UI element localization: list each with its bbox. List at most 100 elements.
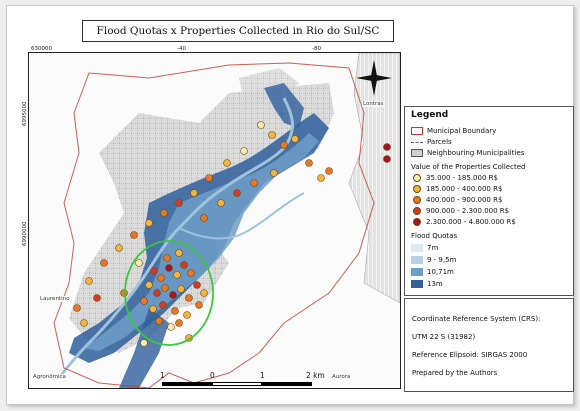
legend-label: 400.000 - 900.000 R$ — [426, 196, 503, 204]
legend-label: 13m — [427, 280, 443, 288]
legend-flood-class: 7m — [411, 244, 438, 252]
property-point — [155, 317, 163, 325]
property-point — [85, 277, 93, 285]
legend-properties-heading: Value of the Properties Collected — [411, 163, 526, 171]
property-point — [268, 131, 276, 139]
legend-property-class: 900.000 - 2.300.000 R$ — [411, 207, 509, 215]
place-label-laurentino: Laurentino — [39, 296, 71, 302]
scale-label-1-right: 1 — [260, 371, 265, 380]
property-point — [169, 291, 177, 299]
property-point — [270, 169, 278, 177]
neighbouring-municipalities-symbol-icon — [411, 149, 423, 157]
legend-item-municipal-boundary: Municipal Boundary — [411, 127, 496, 135]
legend-label: 2.300.000 - 4.800.000 R$ — [426, 218, 516, 226]
property-class-dot-icon — [413, 196, 421, 204]
property-point — [317, 174, 325, 182]
legend: Legend Municipal Boundary Parcels Neighb… — [404, 106, 574, 296]
legend-label: 9 - 9,5m — [427, 256, 457, 264]
scale-label-2km: 2 km — [306, 371, 325, 380]
property-point — [145, 281, 153, 289]
property-point — [383, 155, 391, 163]
property-point — [190, 189, 198, 197]
legend-label: Parcels — [427, 138, 452, 146]
map-title-text: Flood Quotas x Properties Collected in R… — [96, 25, 380, 37]
property-point — [149, 305, 157, 313]
crs-info-box: Coordinate Reference System (CRS): UTM 2… — [404, 298, 574, 392]
property-class-dot-icon — [413, 207, 421, 215]
flood-class-swatch-icon — [411, 244, 423, 252]
property-point — [383, 143, 391, 151]
property-point — [280, 141, 288, 149]
legend-label: 900.000 - 2.300.000 R$ — [426, 207, 510, 215]
property-point — [161, 284, 169, 292]
flood-class-swatch-icon — [411, 268, 423, 276]
property-point — [153, 289, 161, 297]
property-class-dot-icon — [413, 174, 421, 182]
property-point — [140, 339, 148, 347]
property-class-dot-icon — [413, 218, 421, 226]
map-canvas — [53, 53, 400, 388]
property-point — [195, 301, 203, 309]
map-title: Flood Quotas x Properties Collected in R… — [82, 20, 394, 42]
place-label-aurora: Aurora — [331, 374, 352, 380]
property-point — [157, 274, 165, 282]
property-point — [217, 199, 225, 207]
legend-label: Municipal Boundary — [427, 127, 497, 135]
property-point — [163, 254, 171, 262]
property-point — [240, 147, 248, 155]
property-point — [205, 174, 213, 182]
crs-ellipsoid: Reference Elipsoid: SIRGAS 2000 — [412, 351, 528, 359]
legend-label: Neighbouring Municipalities — [427, 149, 525, 157]
property-point — [175, 249, 183, 257]
flood-class-swatch-icon — [411, 280, 423, 288]
property-point — [150, 267, 158, 275]
property-point — [159, 301, 167, 309]
property-point — [73, 304, 81, 312]
crs-credit: Prepared by the Authors — [412, 369, 498, 377]
legend-item-neighbouring-municipalities: Neighbouring Municipalities — [411, 149, 524, 157]
legend-title: Legend — [411, 110, 449, 120]
property-point — [175, 199, 183, 207]
map-layout-page: Flood Quotas x Properties Collected in R… — [6, 5, 574, 405]
property-point — [257, 121, 265, 129]
legend-property-class: 185.000 - 400.000 R$ — [411, 185, 502, 193]
parcels-symbol-icon — [411, 141, 423, 143]
property-point — [187, 269, 195, 277]
scale-bar: 1 0 1 2 km — [160, 369, 325, 389]
scale-segment — [162, 382, 212, 386]
flood-class-swatch-icon — [411, 256, 423, 264]
legend-flood-class: 13m — [411, 280, 443, 288]
scale-segment — [212, 382, 262, 386]
property-point — [171, 307, 179, 315]
property-point — [183, 311, 191, 319]
property-point — [80, 319, 88, 327]
property-point — [325, 167, 333, 175]
property-point — [250, 179, 258, 187]
property-point — [175, 319, 183, 327]
property-point — [177, 285, 185, 293]
legend-property-class: 35.000 - 185.000 R$ — [411, 174, 498, 182]
property-point — [167, 323, 175, 331]
crs-heading: Coordinate Reference System (CRS): — [412, 315, 541, 323]
property-point — [193, 281, 201, 289]
legend-property-class: 2.300.000 - 4.800.000 R$ — [411, 218, 516, 226]
property-point — [185, 294, 193, 302]
property-point — [233, 189, 241, 197]
property-point — [173, 271, 181, 279]
legend-flood-heading: Flood Quotas — [411, 232, 458, 240]
property-point — [160, 209, 168, 217]
legend-label: 10,71m — [427, 268, 454, 276]
property-point — [135, 259, 143, 267]
property-point — [100, 259, 108, 267]
property-point — [291, 135, 299, 143]
legend-property-class: 400.000 - 900.000 R$ — [411, 196, 502, 204]
scale-label-0: 0 — [210, 371, 215, 380]
map-frame[interactable]: Lontras Laurentino Aurora Agronômica — [28, 52, 401, 389]
property-point — [130, 231, 138, 239]
property-point — [115, 244, 123, 252]
property-point — [120, 289, 128, 297]
property-point — [180, 261, 188, 269]
property-point — [140, 297, 148, 305]
place-label-agronomica: Agronômica — [32, 374, 67, 380]
scale-segment — [262, 382, 312, 386]
